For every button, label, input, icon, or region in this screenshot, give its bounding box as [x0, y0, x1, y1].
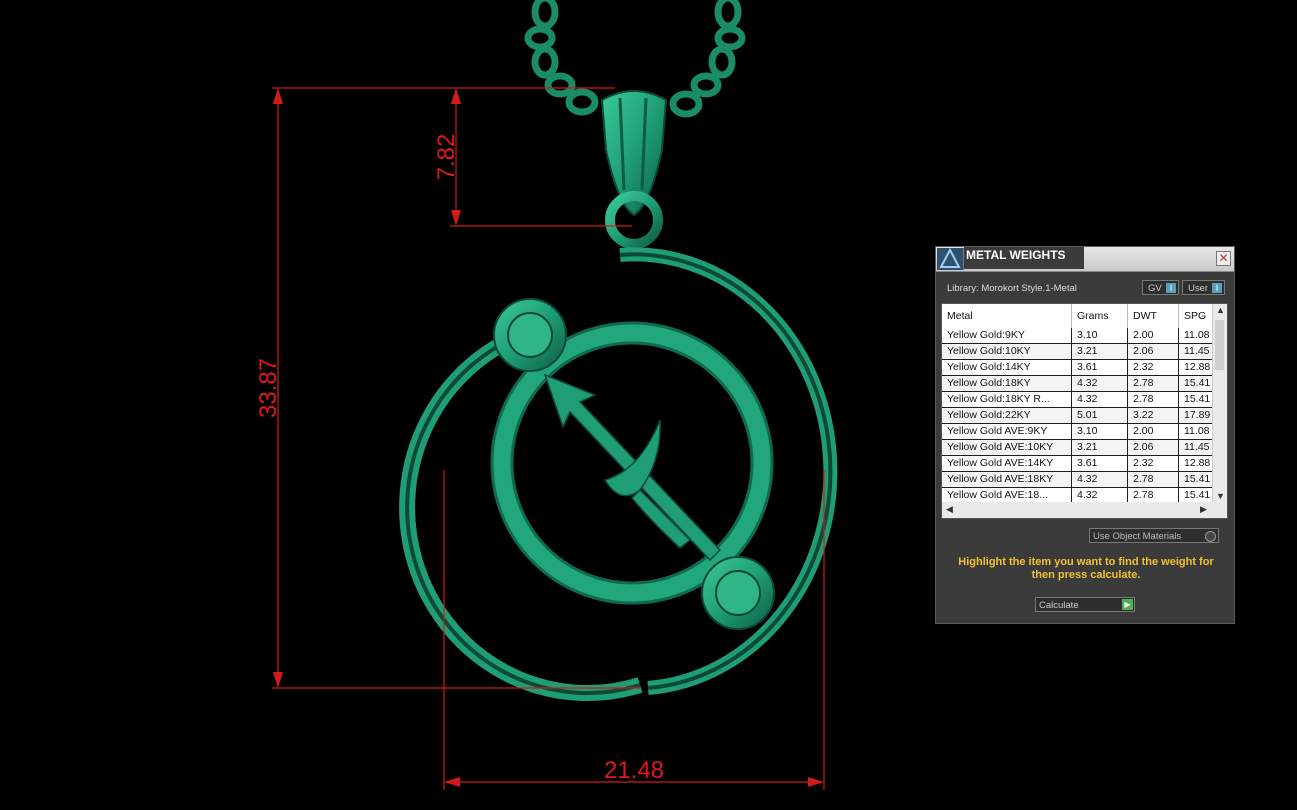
cell-grams: 4.32 — [1072, 376, 1128, 391]
table-row[interactable]: Yellow Gold AVE:9KY 3.10 2.00 11.08 — [942, 424, 1214, 440]
cell-metal: Yellow Gold:18KY R... — [942, 392, 1072, 407]
toggle-indicator-icon: I — [1212, 283, 1222, 293]
cell-metal: Yellow Gold:10KY — [942, 344, 1072, 359]
cell-metal: Yellow Gold AVE:9KY — [942, 424, 1072, 439]
cell-grams: 3.21 — [1072, 440, 1128, 455]
table-row[interactable]: Yellow Gold:10KY 3.21 2.06 11.45 — [942, 344, 1214, 360]
metal-table[interactable]: Metal Grams DWT SPG Yellow Gold:9KY 3.10 2… — [941, 303, 1228, 519]
cell-spg: 12.88 — [1184, 457, 1211, 469]
table-row[interactable]: Yellow Gold AVE:10KY 3.21 2.06 11.45 — [942, 440, 1214, 456]
cell-metal: Yellow Gold:9KY — [942, 328, 1072, 343]
scrollbar-thumb[interactable] — [1215, 320, 1224, 370]
cell-spg: 17.89 — [1184, 409, 1211, 421]
use-object-materials-button[interactable]: Use Object Materials — [1089, 528, 1219, 543]
toggle-indicator-icon: I — [1166, 283, 1176, 293]
cell-dwt: 3.22 — [1128, 408, 1179, 423]
cell-dwt: 2.06 — [1128, 344, 1179, 359]
scroll-left-icon[interactable]: ◀ — [946, 504, 953, 515]
table-header: Metal Grams DWT SPG — [942, 304, 1214, 328]
cell-metal: Yellow Gold:22KY — [942, 408, 1072, 423]
column-header-metal[interactable]: Metal — [942, 304, 1072, 328]
vertical-scrollbar[interactable]: ▲ ▼ — [1212, 304, 1227, 502]
sagittarius-arrow-icon — [543, 373, 722, 562]
cell-dwt: 2.06 — [1128, 440, 1179, 455]
column-header-grams[interactable]: Grams — [1072, 304, 1128, 328]
cell-metal: Yellow Gold:14KY — [942, 360, 1072, 375]
dim-bail-height: 7.82 — [433, 134, 460, 181]
app-logo-icon — [937, 247, 964, 270]
column-header-spg[interactable]: SPG — [1179, 304, 1214, 328]
cell-metal: Yellow Gold AVE:18KY — [942, 472, 1072, 487]
cell-metal: Yellow Gold AVE:10KY — [942, 440, 1072, 455]
user-toggle[interactable]: User I — [1182, 280, 1225, 295]
user-toggle-label: User — [1188, 283, 1209, 294]
cell-metal: Yellow Gold AVE:14KY — [942, 456, 1072, 471]
cell-spg: 11.08 — [1184, 425, 1210, 437]
cell-dwt: 2.00 — [1128, 328, 1179, 343]
calculate-label: Calculate — [1039, 600, 1079, 611]
cell-dwt: 2.78 — [1128, 472, 1179, 487]
cell-dwt: 2.32 — [1128, 456, 1179, 471]
table-row[interactable]: Yellow Gold:18KY R... 4.32 2.78 15.41 — [942, 392, 1214, 408]
cell-spg: 11.45 — [1184, 441, 1210, 453]
play-icon: ▶ — [1122, 599, 1133, 610]
cell-grams: 3.10 — [1072, 424, 1128, 439]
table-row[interactable]: Yellow Gold:14KY 3.61 2.32 12.88 — [942, 360, 1214, 376]
cell-spg: 15.41 — [1184, 473, 1211, 485]
cell-grams: 3.10 — [1072, 328, 1128, 343]
cell-metal: Yellow Gold AVE:18... — [942, 488, 1072, 503]
cell-grams: 3.61 — [1072, 456, 1128, 471]
cell-grams: 5.01 — [1072, 408, 1128, 423]
cell-dwt: 2.78 — [1128, 488, 1179, 503]
cell-dwt: 2.78 — [1128, 392, 1179, 407]
dialog-titlebar[interactable]: METAL WEIGHTS ✕ — [936, 247, 1234, 272]
table-row[interactable]: Yellow Gold:22KY 5.01 3.22 17.89 — [942, 408, 1214, 424]
bail — [600, 90, 668, 249]
cell-spg: 15.41 — [1184, 377, 1211, 389]
column-header-dwt[interactable]: DWT — [1128, 304, 1179, 328]
gv-toggle-label: GV — [1148, 283, 1162, 294]
scroll-up-icon[interactable]: ▲ — [1216, 305, 1225, 315]
cell-dwt: 2.32 — [1128, 360, 1179, 375]
table-row[interactable]: Yellow Gold AVE:18KY 4.32 2.78 15.41 — [942, 472, 1214, 488]
cell-grams: 4.32 — [1072, 472, 1128, 487]
close-icon[interactable]: ✕ — [1216, 251, 1231, 266]
cell-dwt: 2.78 — [1128, 376, 1179, 391]
horizontal-scrollbar[interactable]: ◀ ▶ — [942, 502, 1227, 518]
cell-spg: 12.88 — [1184, 361, 1211, 373]
instruction-text: Highlight the item you want to find the … — [958, 556, 1214, 581]
calculate-button[interactable]: Calculate ▶ — [1035, 597, 1135, 612]
cell-spg: 11.08 — [1184, 329, 1210, 341]
table-body: Yellow Gold:9KY 3.10 2.00 11.08 Yellow Gold… — [942, 328, 1214, 504]
dim-height-total: 33.87 — [255, 358, 282, 418]
metal-weights-dialog[interactable]: METAL WEIGHTS ✕ Library: Morokort Style.… — [935, 246, 1235, 624]
table-row[interactable]: Yellow Gold:9KY 3.10 2.00 11.08 — [942, 328, 1214, 344]
dialog-title: METAL WEIGHTS — [964, 247, 1084, 269]
cell-grams: 3.61 — [1072, 360, 1128, 375]
cell-grams: 4.32 — [1072, 392, 1128, 407]
cell-metal: Yellow Gold:18KY — [942, 376, 1072, 391]
scroll-right-icon[interactable]: ▶ — [1200, 504, 1207, 515]
cell-spg: 15.41 — [1184, 489, 1211, 501]
use-object-materials-label: Use Object Materials — [1093, 531, 1182, 542]
gv-toggle[interactable]: GV I — [1142, 280, 1179, 295]
cell-dwt: 2.00 — [1128, 424, 1179, 439]
library-label: Library: Morokort Style.1-Metal — [947, 283, 1077, 294]
table-row[interactable]: Yellow Gold AVE:14KY 3.61 2.32 12.88 — [942, 456, 1214, 472]
scroll-down-icon[interactable]: ▼ — [1216, 491, 1225, 501]
cell-grams: 4.32 — [1072, 488, 1128, 503]
table-row[interactable]: Yellow Gold:18KY 4.32 2.78 15.41 — [942, 376, 1214, 392]
radio-icon — [1205, 531, 1216, 542]
cell-spg: 15.41 — [1184, 393, 1211, 405]
cell-spg: 11.45 — [1184, 345, 1210, 357]
dim-width-total: 21.48 — [604, 757, 664, 784]
cell-grams: 3.21 — [1072, 344, 1128, 359]
